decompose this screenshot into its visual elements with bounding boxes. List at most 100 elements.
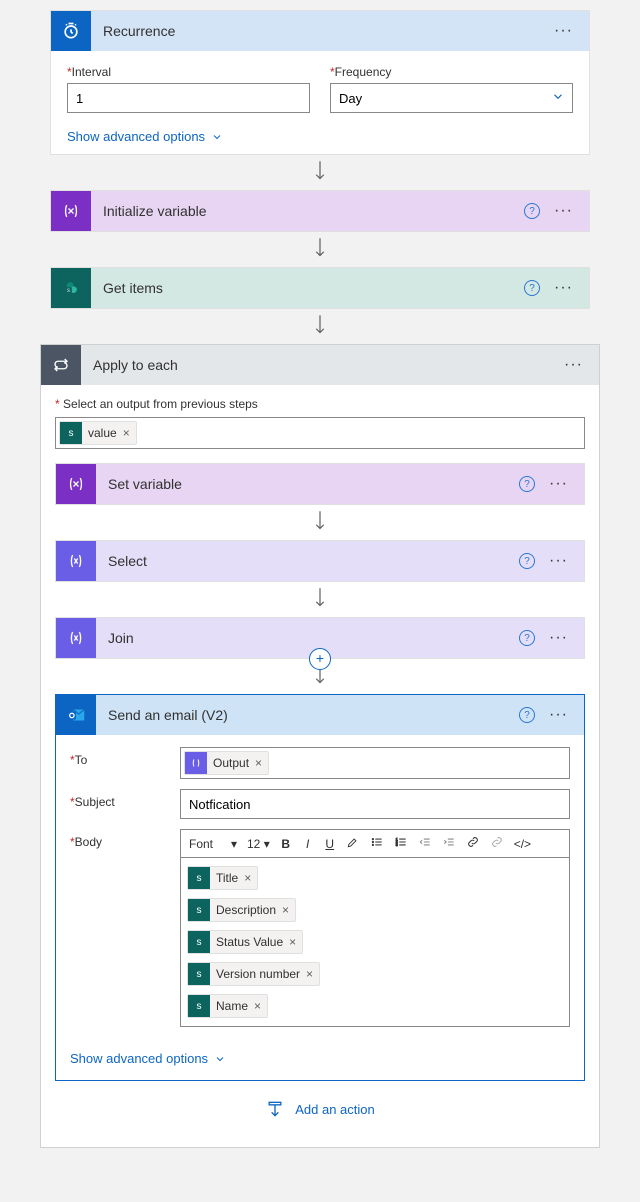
select-header[interactable]: Select ? ··· — [56, 541, 584, 581]
more-menu[interactable]: ··· — [541, 548, 576, 574]
clock-icon — [51, 11, 91, 51]
connector-arrow — [20, 309, 620, 344]
font-select[interactable]: Font▾ — [185, 835, 241, 853]
help-icon[interactable]: ? — [524, 203, 540, 219]
interval-input[interactable] — [67, 83, 310, 113]
select-output-label: * Select an output from previous steps — [55, 397, 585, 411]
outlook-icon — [56, 695, 96, 735]
add-step-button[interactable]: + — [309, 648, 331, 670]
data-op-icon — [185, 752, 207, 774]
remove-token-icon[interactable]: × — [306, 967, 313, 981]
remove-token-icon[interactable]: × — [254, 999, 261, 1013]
to-input[interactable]: Output × — [180, 747, 570, 779]
remove-token-icon[interactable]: × — [289, 935, 296, 949]
email-header[interactable]: Send an email (V2) ? ··· — [56, 695, 584, 735]
action-select: Select ? ··· — [55, 540, 585, 582]
remove-token-icon[interactable]: × — [123, 426, 130, 440]
outdent-button[interactable] — [414, 833, 436, 854]
variable-icon — [56, 464, 96, 504]
code-view-button[interactable]: </> — [510, 835, 535, 853]
add-action-button[interactable]: Add an action — [55, 1081, 585, 1127]
variable-icon — [51, 191, 91, 231]
token-title[interactable]: sTitle× — [187, 866, 258, 890]
initvar-header[interactable]: Initialize variable ? ··· — [51, 191, 589, 231]
more-menu[interactable]: ··· — [546, 275, 581, 301]
data-op-icon — [56, 541, 96, 581]
italic-button[interactable]: I — [298, 835, 318, 853]
initvar-title: Initialize variable — [91, 203, 524, 219]
underline-button[interactable]: U — [320, 835, 340, 853]
sharepoint-icon: s — [188, 963, 210, 985]
join-title: Join — [96, 630, 519, 646]
action-get-items: S Get items ? ··· — [50, 267, 590, 309]
show-advanced-link[interactable]: Show advanced options — [70, 1051, 570, 1066]
getitems-header[interactable]: S Get items ? ··· — [51, 268, 589, 308]
action-send-email: Send an email (V2) ? ··· *To Output — [55, 694, 585, 1081]
help-icon[interactable]: ? — [519, 707, 535, 723]
help-icon[interactable]: ? — [519, 553, 535, 569]
token-version-number[interactable]: sVersion number× — [187, 962, 320, 986]
select-title: Select — [96, 553, 519, 569]
svg-text:3: 3 — [395, 843, 397, 847]
sharepoint-icon: s — [188, 995, 210, 1017]
show-advanced-link[interactable]: Show advanced options — [67, 129, 573, 144]
frequency-label: *Frequency — [330, 65, 573, 79]
more-menu[interactable]: ··· — [541, 625, 576, 651]
token-status-value[interactable]: sStatus Value× — [187, 930, 303, 954]
sharepoint-icon: S — [51, 268, 91, 308]
more-menu[interactable]: ··· — [541, 471, 576, 497]
action-initialize-variable: Initialize variable ? ··· — [50, 190, 590, 232]
font-size-select[interactable]: 12 ▾ — [243, 835, 274, 853]
remove-token-icon[interactable]: × — [282, 903, 289, 917]
interval-label: *Interval — [67, 65, 310, 79]
remove-token-icon[interactable]: × — [255, 756, 262, 770]
more-menu[interactable]: ··· — [546, 18, 581, 44]
apply-header[interactable]: Apply to each ··· — [41, 345, 599, 385]
help-icon[interactable]: ? — [524, 280, 540, 296]
bullet-list-button[interactable] — [366, 833, 388, 854]
rte-toolbar: Font▾ 12 ▾ B I U — [180, 829, 570, 857]
number-list-button[interactable]: 123 — [390, 833, 412, 854]
action-set-variable: Set variable ? ··· — [55, 463, 585, 505]
more-menu[interactable]: ··· — [546, 198, 581, 224]
sharepoint-icon: s — [188, 867, 210, 889]
to-label: *To — [70, 747, 180, 767]
connector-arrow — [55, 582, 585, 617]
connector-arrow — [20, 232, 620, 267]
connector-arrow — [20, 155, 620, 190]
connector-arrow — [55, 505, 585, 540]
setvar-title: Set variable — [96, 476, 519, 492]
svg-text:S: S — [67, 289, 70, 294]
token-name[interactable]: sName× — [187, 994, 268, 1018]
recurrence-header[interactable]: Recurrence ··· — [51, 11, 589, 51]
connector-arrow: + — [55, 659, 585, 694]
body-label: *Body — [70, 829, 180, 849]
more-menu[interactable]: ··· — [556, 352, 591, 378]
highlight-button[interactable] — [342, 833, 364, 854]
help-icon[interactable]: ? — [519, 476, 535, 492]
token-output[interactable]: Output × — [184, 751, 269, 775]
apply-title: Apply to each — [81, 357, 556, 373]
token-value[interactable]: s value × — [59, 421, 137, 445]
action-apply-to-each: Apply to each ··· * Select an output fro… — [40, 344, 600, 1148]
sharepoint-icon: s — [188, 931, 210, 953]
setvar-header[interactable]: Set variable ? ··· — [56, 464, 584, 504]
token-description[interactable]: sDescription× — [187, 898, 296, 922]
loop-icon — [41, 345, 81, 385]
subject-input[interactable] — [180, 789, 570, 819]
sharepoint-icon: s — [188, 899, 210, 921]
select-output-input[interactable]: s value × — [55, 417, 585, 449]
indent-button[interactable] — [438, 833, 460, 854]
remove-token-icon[interactable]: × — [244, 871, 251, 885]
more-menu[interactable]: ··· — [541, 702, 576, 728]
unlink-button[interactable] — [486, 833, 508, 854]
email-title: Send an email (V2) — [96, 707, 519, 723]
action-recurrence: Recurrence ··· *Interval *Frequency — [50, 10, 590, 155]
body-editor[interactable]: sTitle× sDescription× sStatus Value× sVe… — [180, 857, 570, 1027]
bold-button[interactable]: B — [276, 835, 296, 853]
data-op-icon — [56, 618, 96, 658]
link-button[interactable] — [462, 833, 484, 854]
help-icon[interactable]: ? — [519, 630, 535, 646]
sharepoint-icon: s — [60, 422, 82, 444]
frequency-select[interactable] — [330, 83, 573, 113]
